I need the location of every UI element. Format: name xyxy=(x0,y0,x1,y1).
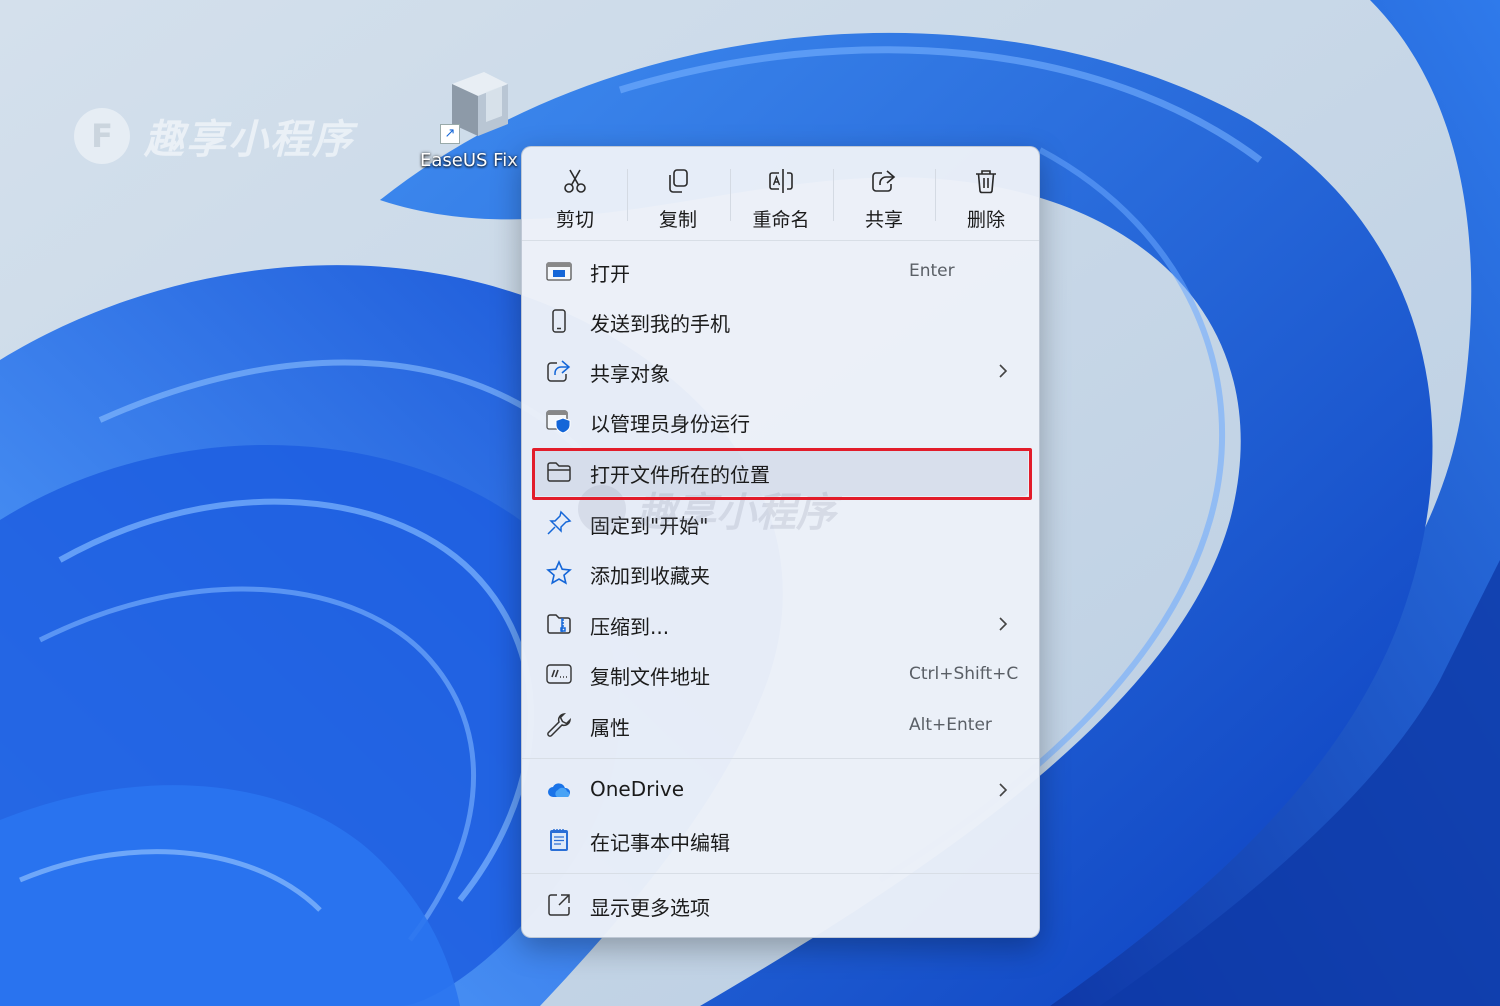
highlight-annotation-box xyxy=(532,448,1032,500)
menu-item-share-with[interactable]: 共享对象 xyxy=(534,347,1028,395)
delete-button[interactable]: 删除 xyxy=(936,161,1036,233)
menu-item-onedrive[interactable]: OneDrive xyxy=(534,766,1028,814)
scissors-icon xyxy=(564,169,586,193)
pin-icon xyxy=(547,510,572,535)
menu-item-label: 属性 xyxy=(590,716,630,740)
desktop-shortcut-easeus-fix[interactable]: ↗ EaseUS Fix xyxy=(420,66,530,176)
menu-item-edit-in-notepad[interactable]: 在记事本中编辑 xyxy=(534,816,1028,864)
menu-item-add-to-favorites[interactable]: 添加到收藏夹 xyxy=(534,549,1028,597)
rename-label: 重命名 xyxy=(752,209,810,231)
menu-item-run-as-admin[interactable]: 以管理员身份运行 xyxy=(534,397,1028,445)
watermark: F 趣享小程序 xyxy=(74,106,354,166)
open-window-icon xyxy=(546,262,572,281)
menu-separator xyxy=(522,873,1039,874)
star-icon xyxy=(546,560,572,585)
menu-item-open[interactable]: 打开 Enter xyxy=(534,247,1028,295)
menu-item-label: 显示更多选项 xyxy=(590,896,710,920)
menu-separator xyxy=(522,758,1039,759)
admin-shield-icon xyxy=(546,410,571,434)
copy-label: 复制 xyxy=(658,209,697,231)
menu-item-label: 复制文件地址 xyxy=(590,665,710,689)
watermark-logo: F xyxy=(74,108,130,164)
context-menu-toolbar: 剪切 复制 重命名 共享 删除 xyxy=(522,147,1039,241)
menu-item-properties[interactable]: 属性 Alt+Enter xyxy=(534,701,1028,749)
menu-item-shortcut: Enter xyxy=(909,261,955,281)
notepad-icon xyxy=(550,829,568,851)
cut-label: 剪切 xyxy=(555,209,594,231)
menu-item-label: 发送到我的手机 xyxy=(590,312,730,336)
zip-icon xyxy=(547,614,571,634)
wrench-icon xyxy=(547,713,571,737)
menu-item-label: 在记事本中编辑 xyxy=(590,831,730,855)
cut-button[interactable]: 剪切 xyxy=(525,161,625,233)
menu-item-label: 以管理员身份运行 xyxy=(590,412,750,436)
chevron-right-icon xyxy=(999,617,1008,631)
menu-item-label: 添加到收藏夹 xyxy=(590,564,710,588)
share-icon xyxy=(872,170,896,192)
onedrive-cloud-icon xyxy=(548,783,571,797)
menu-item-copy-as-path[interactable]: 复制文件地址 Ctrl+Shift+C xyxy=(534,650,1028,698)
shortcut-arrow-icon: ↗ xyxy=(440,124,460,144)
menu-separator xyxy=(522,240,1039,241)
delete-label: 删除 xyxy=(966,209,1005,231)
copy-icon xyxy=(669,169,688,193)
share-label: 共享 xyxy=(864,209,903,231)
menu-item-label: 共享对象 xyxy=(590,362,670,386)
menu-item-compress-to[interactable]: 压缩到... xyxy=(534,600,1028,648)
menu-item-shortcut: Alt+Enter xyxy=(909,715,992,735)
chevron-right-icon xyxy=(999,783,1008,797)
chevron-right-icon xyxy=(999,364,1008,378)
rename-icon xyxy=(769,169,793,193)
watermark-text: 趣享小程序 xyxy=(144,117,354,163)
menu-item-label: 打开 xyxy=(590,262,630,286)
menu-item-shortcut: Ctrl+Shift+C xyxy=(909,664,1019,684)
expand-icon xyxy=(548,894,570,916)
copy-button[interactable]: 复制 xyxy=(628,161,728,233)
menu-item-send-to-phone[interactable]: 发送到我的手机 xyxy=(534,297,1028,345)
trash-icon xyxy=(976,170,996,194)
context-menu: 剪切 复制 重命名 共享 删除 打开 Enter 发送到我的手机 共享对象 以管… xyxy=(521,146,1040,938)
path-icon xyxy=(546,664,572,684)
share-icon xyxy=(547,360,571,382)
menu-item-show-more-options[interactable]: 显示更多选项 xyxy=(534,881,1028,929)
menu-item-label: OneDrive xyxy=(590,777,685,801)
menu-item-label: 压缩到... xyxy=(590,615,670,639)
share-button[interactable]: 共享 xyxy=(834,161,934,233)
phone-icon xyxy=(552,309,566,333)
rename-button[interactable]: 重命名 xyxy=(731,161,831,233)
